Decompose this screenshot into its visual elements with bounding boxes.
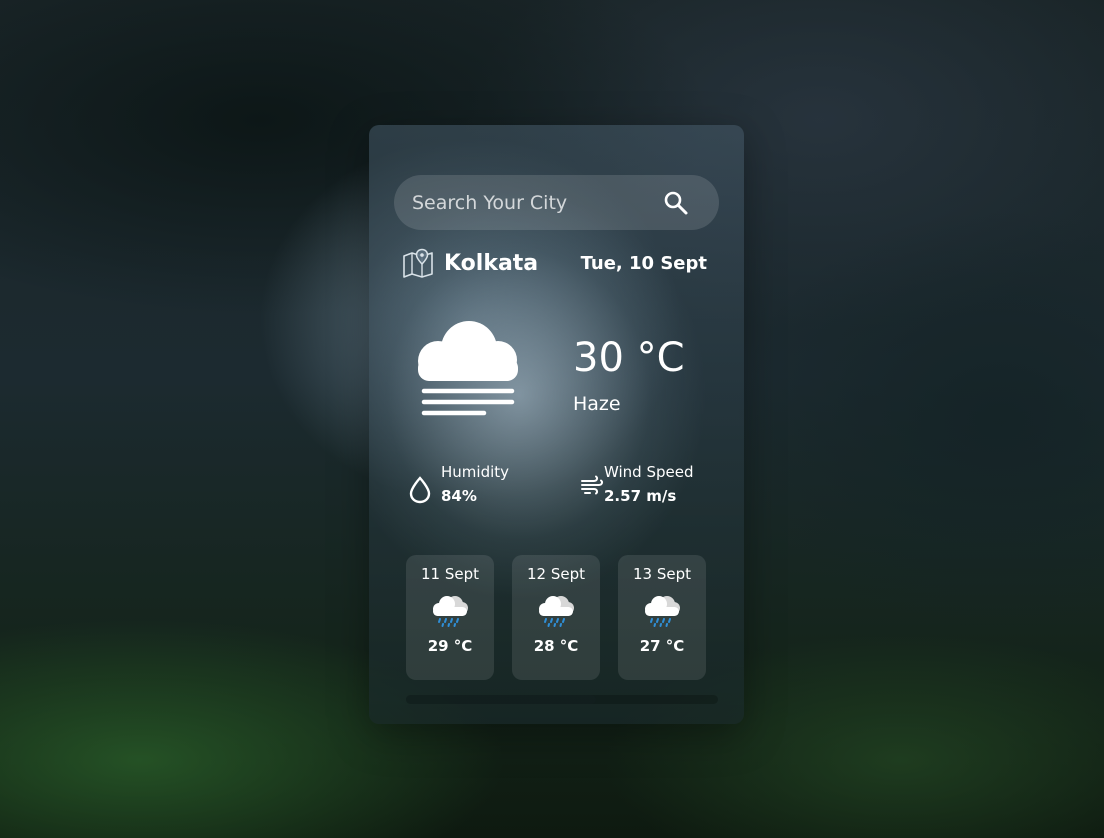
rain-cloud-icon: [539, 596, 574, 627]
humidity-label: Humidity: [441, 463, 510, 481]
forecast-list: 11 Sept 29 °C 12 Sept 28 °C 13 Sept 27 °…: [406, 555, 706, 680]
humidity-stat: Humidity 84%: [407, 463, 509, 505]
rain-cloud-icon: [433, 596, 468, 627]
current-date: Tue, 10 Sept: [580, 252, 707, 274]
wind-icon: [581, 475, 604, 495]
forecast-date: 13 Sept: [632, 565, 691, 583]
location: Kolkata: [402, 248, 538, 278]
forecast-temp: 28 °C: [533, 637, 579, 655]
forecast-scrollbar[interactable]: [406, 695, 718, 704]
wind-value: 2.57 m/s: [604, 487, 677, 505]
search-bar: [394, 175, 719, 230]
search-icon: [664, 191, 688, 214]
rain-cloud-icon: [645, 596, 680, 627]
droplet-icon: [409, 476, 431, 504]
location-row: Kolkata Tue, 10 Sept: [402, 245, 707, 281]
humidity-value: 84%: [441, 487, 477, 505]
weather-card: Kolkata Tue, 10 Sept 30 °C Haze Humidity…: [369, 125, 744, 724]
wind-label: Wind Speed: [604, 463, 694, 481]
forecast-date: 12 Sept: [526, 565, 585, 583]
forecast-card[interactable]: 11 Sept 29 °C: [406, 555, 494, 680]
scrollbar-thumb[interactable]: [406, 695, 596, 704]
forecast-temp: 29 °C: [427, 637, 473, 655]
wind-stat: Wind Speed 2.57 m/s: [580, 463, 694, 505]
search-input[interactable]: [394, 175, 655, 230]
forecast-card[interactable]: 13 Sept 27 °C: [618, 555, 706, 680]
current-condition: Haze: [573, 393, 621, 415]
search-button[interactable]: [655, 178, 697, 228]
haze-cloud-icon: [418, 321, 518, 416]
current-temperature: 30 °C: [573, 335, 685, 381]
forecast-card[interactable]: 12 Sept 28 °C: [512, 555, 600, 680]
forecast-temp: 27 °C: [639, 637, 685, 655]
city-name: Kolkata: [444, 250, 539, 276]
map-icon: [403, 248, 433, 278]
forecast-date: 11 Sept: [420, 565, 479, 583]
